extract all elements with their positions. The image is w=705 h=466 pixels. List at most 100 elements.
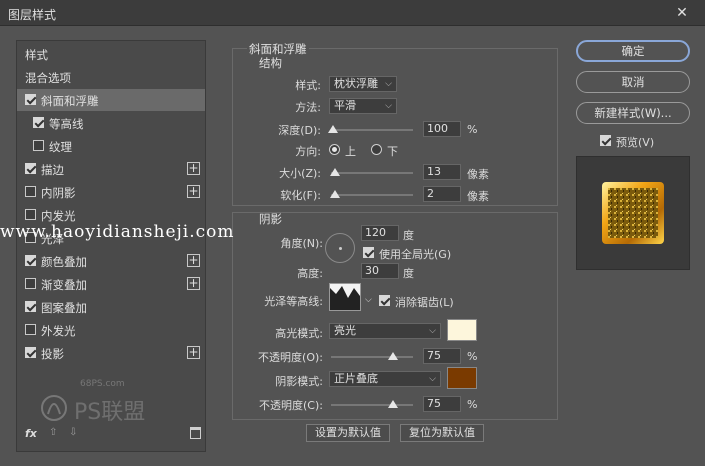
- shadow-color-swatch[interactable]: [447, 367, 477, 389]
- structure-title: 结构: [259, 56, 282, 70]
- highlight-opacity-slider[interactable]: [331, 356, 413, 358]
- altitude-input[interactable]: 30: [361, 263, 399, 279]
- highlight-color-swatch[interactable]: [447, 319, 477, 341]
- size-input[interactable]: 13: [423, 164, 461, 180]
- highlight-opacity-input[interactable]: 75: [423, 348, 461, 364]
- style-checkbox[interactable]: [25, 186, 36, 197]
- style-item[interactable]: 渐变叠加 +: [17, 273, 205, 295]
- shadow-mode-value: 正片叠底: [334, 372, 378, 385]
- add-instance-icon[interactable]: +: [187, 277, 200, 290]
- depth-slider-thumb[interactable]: [327, 125, 338, 133]
- soften-label: 软化(F):: [280, 189, 321, 202]
- style-dropdown[interactable]: 枕状浮雕 ⌵: [329, 76, 397, 92]
- style-value: 枕状浮雕: [334, 77, 378, 90]
- highlight-mode-label: 高光模式:: [275, 327, 323, 340]
- cancel-button[interactable]: 取消: [576, 71, 690, 93]
- gloss-contour-chevron-icon[interactable]: ⌵: [365, 295, 372, 305]
- shadow-opacity-slider-thumb[interactable]: [387, 400, 398, 408]
- direction-down-radio[interactable]: [371, 144, 382, 155]
- close-icon[interactable]: ✕: [667, 4, 697, 22]
- style-checkbox[interactable]: [25, 255, 36, 266]
- styles-footer: fx ⇧ ⇩: [25, 427, 201, 443]
- style-item-label: 混合选项: [25, 71, 71, 85]
- direction-down-label: 下: [387, 145, 398, 158]
- size-slider-thumb[interactable]: [330, 168, 341, 176]
- soften-slider[interactable]: [331, 194, 413, 196]
- trash-icon[interactable]: [190, 427, 201, 439]
- antialias-checkbox[interactable]: [379, 295, 390, 306]
- shadow-opacity-slider[interactable]: [331, 404, 413, 406]
- style-item[interactable]: 等高线: [17, 112, 205, 134]
- direction-up-radio[interactable]: [329, 144, 340, 155]
- depth-input[interactable]: 100: [423, 121, 461, 137]
- add-instance-icon[interactable]: +: [187, 346, 200, 359]
- style-item-label: 描边: [41, 163, 64, 177]
- angle-dial-center: [339, 247, 342, 250]
- style-checkbox[interactable]: [25, 324, 36, 335]
- make-default-button[interactable]: 设置为默认值: [306, 424, 390, 442]
- style-item[interactable]: 内阴影 +: [17, 181, 205, 203]
- gloss-contour-picker[interactable]: [329, 283, 361, 311]
- style-item-label: 渐变叠加: [41, 278, 87, 292]
- style-item-label: 外发光: [41, 324, 76, 338]
- size-slider[interactable]: [331, 172, 413, 174]
- angle-dial[interactable]: [325, 233, 355, 263]
- style-item[interactable]: 描边 +: [17, 158, 205, 180]
- style-item-label: 样式: [25, 48, 48, 62]
- style-item-label: 斜面和浮雕: [41, 94, 99, 108]
- style-item[interactable]: 颜色叠加 +: [17, 250, 205, 272]
- fx-icon[interactable]: fx: [25, 427, 37, 440]
- shadow-mode-dropdown[interactable]: 正片叠底 ⌵: [329, 371, 441, 387]
- style-item[interactable]: 纹理: [17, 135, 205, 157]
- soften-slider-thumb[interactable]: [330, 190, 341, 198]
- soften-unit: 像素: [467, 190, 489, 203]
- ok-button[interactable]: 确定: [576, 40, 690, 62]
- style-checkbox[interactable]: [33, 117, 44, 128]
- size-unit: 像素: [467, 168, 489, 181]
- style-checkbox[interactable]: [25, 278, 36, 289]
- style-checkbox[interactable]: [33, 140, 44, 151]
- soften-input[interactable]: 2: [423, 186, 461, 202]
- style-checkbox[interactable]: [25, 347, 36, 358]
- technique-dropdown[interactable]: 平滑 ⌵: [329, 98, 397, 114]
- size-label: 大小(Z):: [279, 167, 321, 180]
- preview-checkbox[interactable]: [600, 135, 611, 146]
- style-item-label: 内阴影: [41, 186, 76, 200]
- style-checkbox[interactable]: [25, 163, 36, 174]
- style-checkbox[interactable]: [25, 94, 36, 105]
- highlight-opacity-slider-thumb[interactable]: [387, 352, 398, 360]
- style-item-label: 图案叠加: [41, 301, 87, 315]
- style-item[interactable]: 混合选项: [17, 66, 205, 88]
- window-title: 图层样式: [8, 8, 57, 22]
- highlight-mode-dropdown[interactable]: 亮光 ⌵: [329, 323, 441, 339]
- add-instance-icon[interactable]: +: [187, 254, 200, 267]
- move-down-icon[interactable]: ⇩: [69, 427, 77, 438]
- highlight-mode-value: 亮光: [334, 324, 356, 337]
- new-style-button[interactable]: 新建样式(W)...: [576, 102, 690, 124]
- shadow-opacity-input[interactable]: 75: [423, 396, 461, 412]
- style-item[interactable]: 样式: [17, 43, 205, 65]
- angle-input[interactable]: 120: [361, 225, 399, 241]
- style-item[interactable]: 投影 +: [17, 342, 205, 364]
- style-checkbox[interactable]: [25, 209, 36, 220]
- style-item[interactable]: 外发光: [17, 319, 205, 341]
- gold-frame-preview-image: [602, 182, 664, 244]
- add-instance-icon[interactable]: +: [187, 185, 200, 198]
- style-item[interactable]: 图案叠加: [17, 296, 205, 318]
- style-item[interactable]: 斜面和浮雕: [17, 89, 205, 111]
- reset-default-button[interactable]: 复位为默认值: [400, 424, 484, 442]
- angle-unit: 度: [403, 229, 414, 242]
- add-instance-icon[interactable]: +: [187, 162, 200, 175]
- antialias-label: 消除锯齿(L): [395, 296, 454, 309]
- global-light-checkbox[interactable]: [363, 247, 374, 258]
- move-up-icon[interactable]: ⇧: [49, 427, 57, 438]
- chevron-down-icon: ⌵: [429, 374, 436, 384]
- site-watermark: www.haoyidiansheji.com: [0, 222, 235, 242]
- preview-label: 预览(V): [616, 136, 655, 149]
- depth-slider[interactable]: [331, 129, 413, 131]
- contour-curve-icon: [330, 286, 360, 310]
- style-checkbox[interactable]: [25, 301, 36, 312]
- title-bar: 图层样式 ✕: [0, 0, 705, 26]
- bevel-group: 斜面和浮雕 结构 样式: 枕状浮雕 ⌵ 方法: 平滑 ⌵ 深度(D): 100 …: [232, 41, 558, 206]
- technique-value: 平滑: [334, 99, 356, 112]
